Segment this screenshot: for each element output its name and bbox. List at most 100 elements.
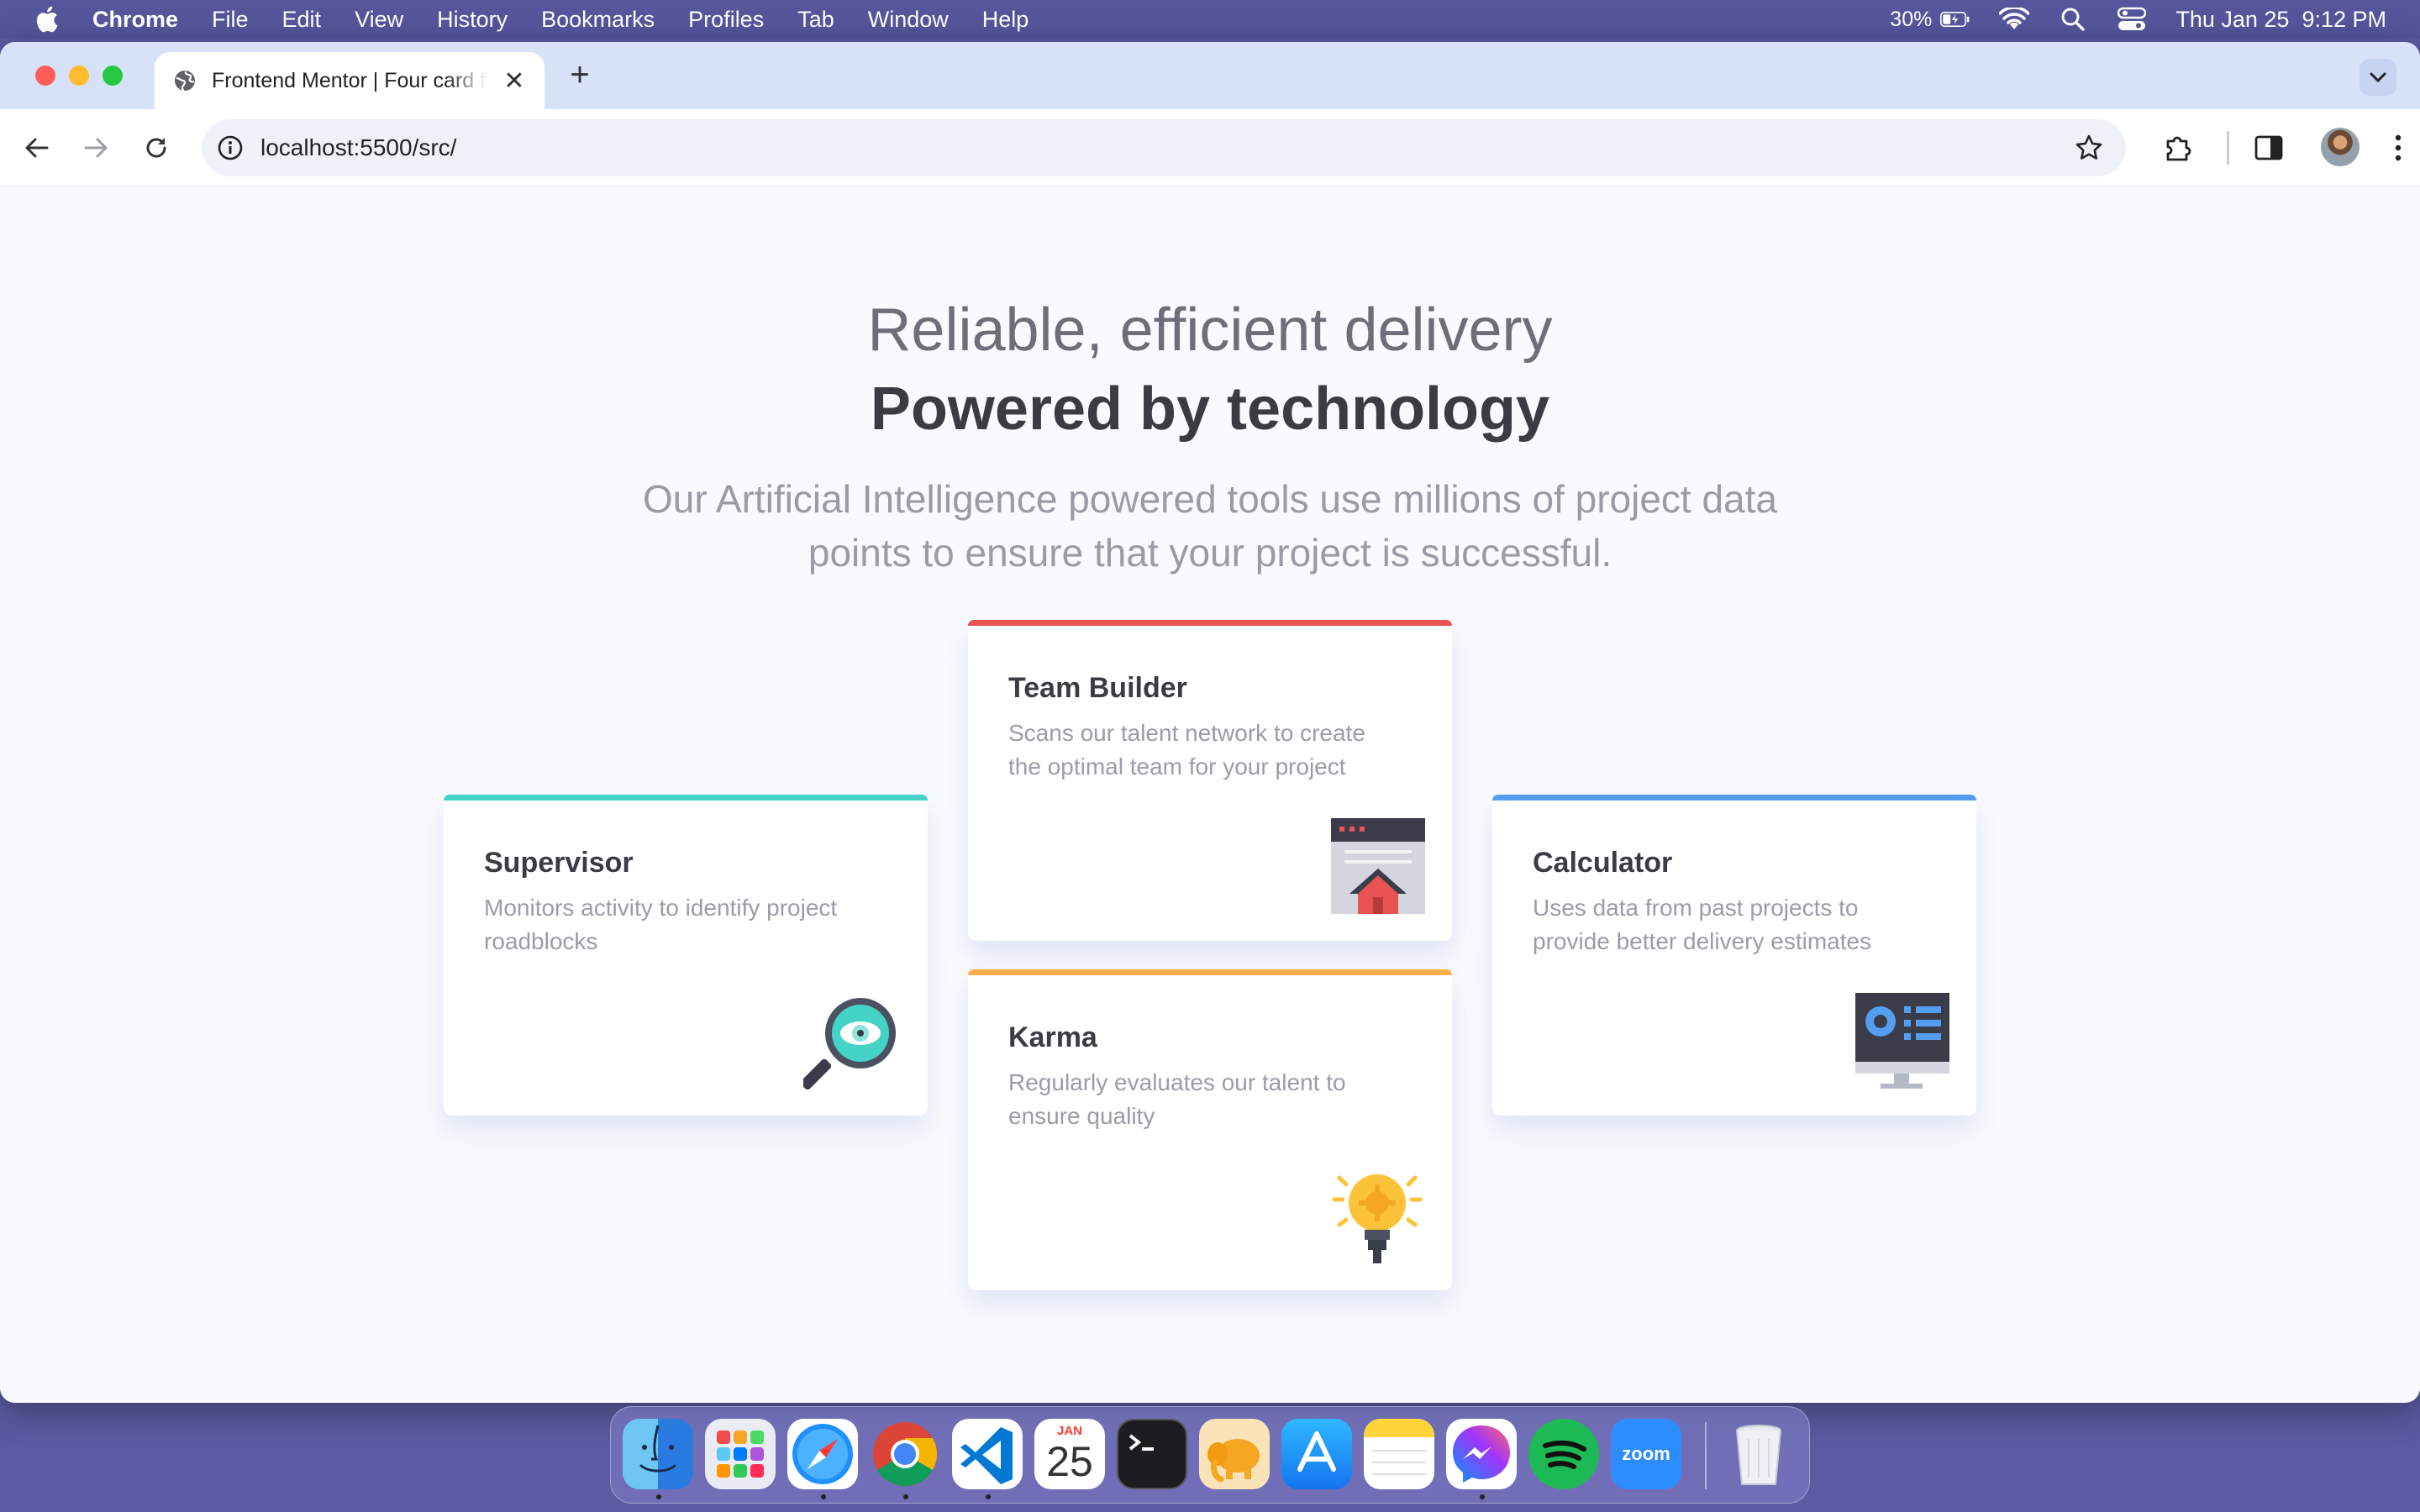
- menu-file[interactable]: File: [212, 7, 249, 33]
- apple-icon[interactable]: [34, 5, 59, 34]
- window-minimize-button[interactable]: [69, 66, 89, 86]
- menu-app-name[interactable]: Chrome: [92, 7, 178, 33]
- calendar-month: JAN: [1056, 1424, 1082, 1438]
- chevron-down-icon: [2370, 72, 2386, 83]
- section-description: Our Artificial Intelligence powered tool…: [642, 477, 1777, 575]
- reload-button[interactable]: [138, 129, 175, 166]
- address-bar[interactable]: localhost:5500/src/: [202, 119, 2126, 176]
- menu-bar: Chrome File Edit View History Bookmarks …: [0, 0, 2420, 39]
- magnifier-icon: [803, 998, 896, 1090]
- site-info-icon[interactable]: [213, 131, 247, 165]
- calendar-day: 25: [1046, 1438, 1093, 1485]
- dock-vscode[interactable]: [952, 1419, 1023, 1489]
- dock-chrome[interactable]: [870, 1419, 940, 1489]
- arrow-right-icon: [84, 138, 108, 158]
- dock-trash[interactable]: [1723, 1419, 1794, 1489]
- card-team-builder: Team Builder Scans our talent network to…: [968, 620, 1452, 941]
- chrome-icon: [873, 1422, 938, 1487]
- spotify-icon: [1543, 1440, 1586, 1469]
- feature-section: Reliable, efficient delivery Powered by …: [0, 186, 2420, 1403]
- monitor-icon: [1855, 993, 1949, 1089]
- terminal-icon: [1128, 1434, 1154, 1451]
- menu-window[interactable]: Window: [868, 7, 949, 33]
- app-store-icon: [1297, 1431, 1336, 1472]
- dock-launchpad[interactable]: [705, 1419, 776, 1489]
- card-title: Karma: [1008, 1021, 1097, 1053]
- profile-avatar[interactable]: [2321, 128, 2360, 166]
- safari-compass-icon: [792, 1424, 853, 1484]
- arrow-left-icon: [25, 138, 49, 158]
- dock-app-store[interactable]: [1281, 1419, 1352, 1489]
- menu-view[interactable]: View: [355, 7, 403, 33]
- dock-tableplus[interactable]: [1199, 1419, 1270, 1489]
- globe-icon: [175, 71, 195, 92]
- elephant-icon: [1207, 1439, 1260, 1483]
- dock-finder[interactable]: [623, 1419, 693, 1489]
- menu-history[interactable]: History: [437, 7, 508, 33]
- forward-button[interactable]: [77, 129, 114, 166]
- extensions-icon[interactable]: [2160, 129, 2196, 166]
- browser-toolbar: localhost:5500/src/: [0, 109, 2420, 186]
- url-text[interactable]: localhost:5500/src/: [260, 134, 456, 161]
- bookmark-star-icon[interactable]: [2072, 131, 2106, 165]
- back-button[interactable]: [18, 129, 55, 166]
- running-indicator: [1480, 1494, 1485, 1499]
- lightbulb-icon: [1332, 1174, 1423, 1263]
- dock: JAN 25 zoom: [610, 1406, 1810, 1504]
- heading-bold: Powered by technology: [870, 375, 1550, 443]
- window-zoom-button[interactable]: [103, 66, 123, 86]
- toolbar-actions: [2143, 109, 2420, 186]
- window-close-button[interactable]: [35, 66, 55, 86]
- dock-spotify[interactable]: [1528, 1419, 1599, 1489]
- side-panel-icon[interactable]: [2250, 129, 2287, 166]
- menu-datetime[interactable]: Thu Jan 25 9:12 PM: [2175, 7, 2386, 33]
- tab-title: Frontend Mentor | Four card feature sect…: [212, 68, 487, 92]
- dock-notes[interactable]: [1364, 1419, 1434, 1489]
- dock-separator: [1705, 1422, 1707, 1489]
- window-controls: [35, 66, 123, 86]
- running-indicator: [986, 1494, 991, 1499]
- card-title: Supervisor: [484, 847, 634, 879]
- heading-light: Reliable, efficient delivery: [867, 297, 1553, 364]
- toolbar-divider: [2227, 131, 2229, 165]
- spotlight-search-icon[interactable]: [2058, 8, 2088, 31]
- control-center-icon[interactable]: [2117, 7, 2147, 31]
- finder-icon: [639, 1425, 676, 1473]
- zoom-label: zoom: [1622, 1443, 1670, 1464]
- vscode-icon: [960, 1427, 1013, 1484]
- new-tab-button[interactable]: +: [563, 58, 597, 92]
- dock-terminal[interactable]: [1117, 1419, 1187, 1489]
- menu-help[interactable]: Help: [982, 7, 1029, 33]
- dock-calendar[interactable]: JAN 25: [1034, 1419, 1105, 1489]
- dock-safari[interactable]: [787, 1419, 858, 1489]
- trash-icon: [1736, 1425, 1781, 1485]
- card-title: Calculator: [1533, 847, 1673, 879]
- tab-close-icon[interactable]: ✕: [502, 66, 526, 96]
- more-menu-icon[interactable]: [2380, 129, 2417, 166]
- launchpad-icon: [717, 1431, 764, 1478]
- team-builder-icon: [1331, 818, 1425, 914]
- reload-icon: [146, 138, 166, 158]
- wifi-icon[interactable]: [1999, 8, 2030, 31]
- running-indicator: [903, 1494, 908, 1499]
- notes-icon: [1364, 1419, 1434, 1475]
- card-description: Monitors activity to identify project ro…: [484, 895, 838, 954]
- messenger-icon: [1453, 1425, 1510, 1483]
- menu-bookmarks[interactable]: Bookmarks: [541, 7, 655, 33]
- dock-zoom[interactable]: zoom: [1611, 1419, 1681, 1489]
- menu-profiles[interactable]: Profiles: [688, 7, 764, 33]
- dock-messenger[interactable]: [1446, 1419, 1517, 1489]
- battery-percent[interactable]: 30%: [1890, 8, 1932, 32]
- browser-tab-active[interactable]: Frontend Mentor | Four card feature sect…: [155, 52, 544, 109]
- tab-strip: Frontend Mentor | Four card feature sect…: [0, 42, 2420, 109]
- running-indicator: [656, 1494, 661, 1499]
- menu-tab[interactable]: Tab: [797, 7, 834, 33]
- menu-edit[interactable]: Edit: [282, 7, 322, 33]
- card-title: Team Builder: [1008, 672, 1187, 704]
- card-description: Uses data from past projects to provide …: [1533, 895, 1872, 954]
- running-indicator: [821, 1494, 826, 1499]
- card-calculator: Calculator Uses data from past projects …: [1492, 795, 1976, 1116]
- tab-search-button[interactable]: [2360, 59, 2396, 96]
- battery-icon[interactable]: [1940, 8, 1970, 31]
- card-description: Scans our talent network to create the o…: [1008, 720, 1365, 780]
